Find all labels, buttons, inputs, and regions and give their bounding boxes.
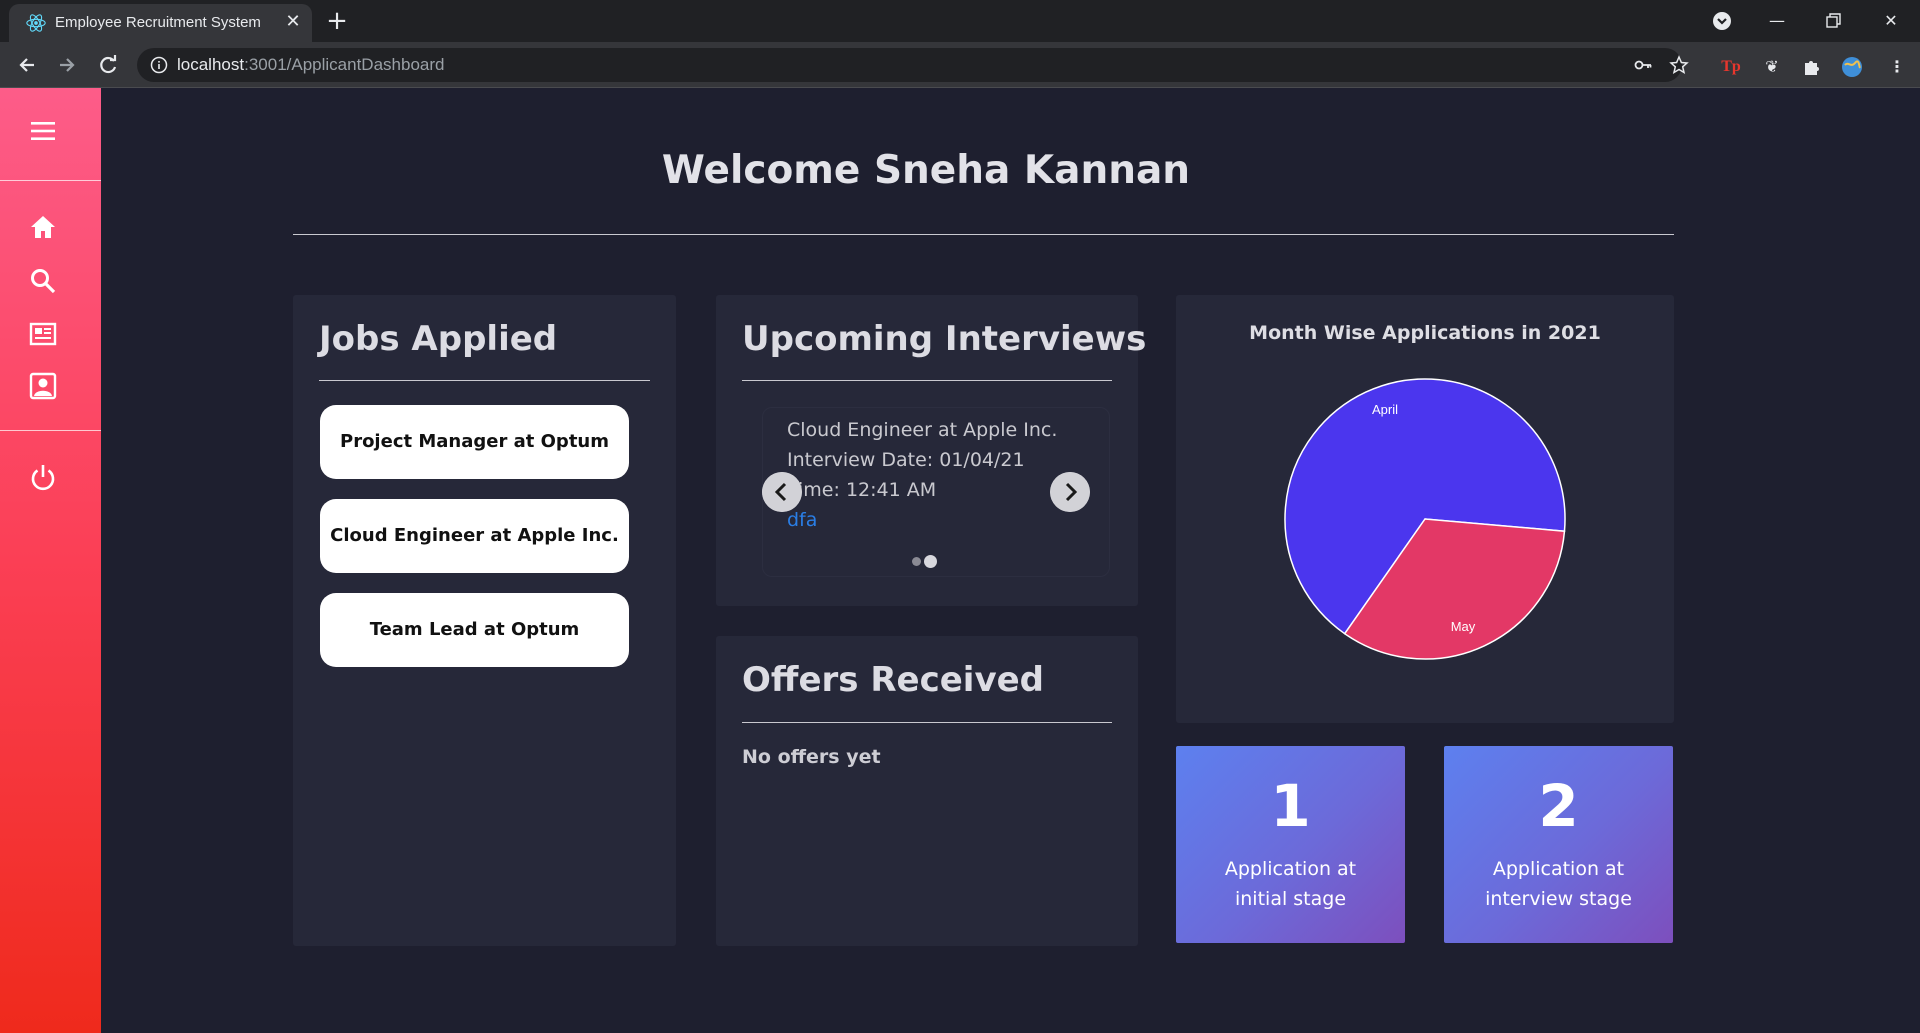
- translate-extension-icon[interactable]: Tp: [1720, 56, 1742, 78]
- tab-title: Employee Recruitment System: [55, 14, 261, 31]
- search-icon[interactable]: [28, 266, 58, 296]
- stat-card-initial: 1 Application at initial stage: [1176, 746, 1405, 943]
- job-item-cloud-engineer[interactable]: Cloud Engineer at Apple Inc.: [320, 499, 629, 573]
- pie-label-april: April: [1372, 402, 1398, 417]
- chart-title: Month Wise Applications in 2021: [1249, 322, 1601, 344]
- upcoming-interviews-divider: [742, 380, 1112, 381]
- upcoming-interviews-title: Upcoming Interviews: [742, 319, 1147, 359]
- star-icon[interactable]: [1669, 55, 1689, 75]
- interview-job: Cloud Engineer at Apple Inc.: [787, 419, 1058, 441]
- interview-link[interactable]: dfa: [787, 509, 817, 531]
- jobs-applied-card: Jobs Applied Project Manager at Optum Cl…: [293, 295, 676, 946]
- offers-received-card: Offers Received No offers yet: [716, 636, 1138, 946]
- job-item-team-lead[interactable]: Team Lead at Optum: [320, 593, 629, 667]
- jobs-applied-divider: [319, 380, 650, 381]
- interview-date: Interview Date: 01/04/21: [787, 449, 1025, 471]
- bird-extension-icon[interactable]: ❦: [1761, 56, 1783, 78]
- job-item-project-manager[interactable]: Project Manager at Optum: [320, 405, 629, 479]
- browser-toolbar: localhost:3001/ApplicantDashboard Tp ❦ ⋮: [0, 42, 1920, 88]
- welcome-divider: [293, 234, 1674, 235]
- browser-tab-bar: Employee Recruitment System ✕ + — ✕: [0, 0, 1920, 42]
- sidebar: [0, 88, 101, 1033]
- app-root: Welcome Sneha Kannan Jobs Applied Projec…: [0, 88, 1920, 1033]
- carousel-dot[interactable]: [912, 557, 921, 566]
- kebab-menu-icon[interactable]: ⋮: [1886, 56, 1908, 78]
- menu-icon[interactable]: [28, 116, 58, 146]
- tab-search-icon[interactable]: [1707, 6, 1737, 36]
- new-tab-icon[interactable]: +: [323, 8, 351, 36]
- welcome-heading: Welcome Sneha Kannan: [661, 148, 1191, 193]
- carousel-dot-active[interactable]: [924, 555, 937, 568]
- stat-card-interview: 2 Application at interview stage: [1444, 746, 1673, 943]
- main-content: Welcome Sneha Kannan Jobs Applied Projec…: [101, 88, 1920, 1033]
- forward-icon[interactable]: [52, 50, 82, 80]
- jobs-applied-title: Jobs Applied: [319, 319, 558, 359]
- sidebar-divider: [0, 180, 101, 181]
- stat-label: Application at interview stage: [1485, 858, 1632, 910]
- offers-received-title: Offers Received: [742, 660, 1045, 700]
- chart-card: Month Wise Applications in 2021 April May: [1176, 295, 1674, 723]
- power-icon[interactable]: [28, 462, 58, 492]
- info-icon[interactable]: [149, 55, 169, 75]
- key-icon[interactable]: [1633, 55, 1653, 75]
- react-icon: [26, 14, 46, 32]
- pie-chart: April May: [1284, 378, 1566, 660]
- carousel-next-icon[interactable]: [1050, 472, 1090, 512]
- stat-value: 2: [1538, 772, 1579, 840]
- offers-received-divider: [742, 722, 1112, 723]
- browser-tab[interactable]: Employee Recruitment System ✕: [9, 4, 312, 42]
- upcoming-interviews-card: Upcoming Interviews Cloud Engineer at Ap…: [716, 295, 1146, 606]
- profile-avatar-icon[interactable]: [1841, 56, 1863, 78]
- url-text: localhost:3001/ApplicantDashboard: [177, 55, 445, 74]
- stat-value: 1: [1270, 772, 1311, 840]
- carousel-prev-icon[interactable]: [762, 472, 802, 512]
- reload-icon[interactable]: [93, 50, 123, 80]
- newspaper-icon[interactable]: [28, 319, 58, 349]
- stat-label: Application at initial stage: [1224, 858, 1357, 910]
- pie-label-may: May: [1451, 619, 1476, 634]
- back-icon[interactable]: [12, 50, 42, 80]
- extensions-puzzle-icon[interactable]: [1801, 56, 1823, 78]
- address-bar[interactable]: localhost:3001/ApplicantDashboard: [137, 48, 1689, 82]
- minimize-icon[interactable]: —: [1762, 6, 1792, 36]
- tab-close-icon[interactable]: ✕: [281, 10, 305, 34]
- home-icon[interactable]: [28, 212, 58, 242]
- no-offers-text: No offers yet: [742, 746, 881, 768]
- profile-icon[interactable]: [28, 371, 58, 401]
- interview-time: Time: 12:41 AM: [787, 479, 937, 501]
- sidebar-divider: [0, 430, 101, 431]
- close-window-icon[interactable]: ✕: [1876, 6, 1906, 36]
- restore-icon[interactable]: [1818, 6, 1848, 36]
